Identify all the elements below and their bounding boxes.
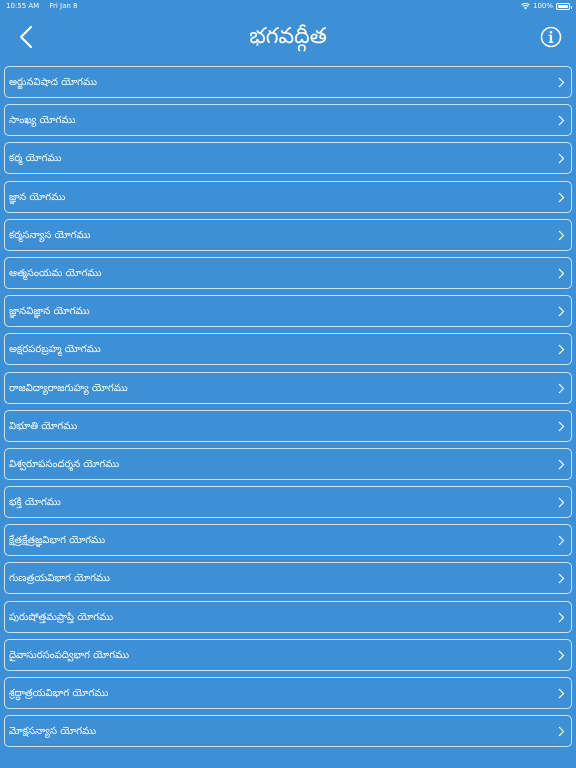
- status-time: 10:55 AM: [6, 2, 40, 10]
- chevron-right-icon: [558, 612, 565, 623]
- chapter-row[interactable]: జ్ఞానవిజ్ఞాన యోగము: [4, 295, 572, 328]
- chevron-right-icon: [558, 459, 565, 470]
- status-date: Fri Jan 8: [49, 2, 78, 10]
- chapter-row[interactable]: విభూతి యోగము: [4, 409, 572, 442]
- chapter-label: రాజవిద్యారాజగుహ్య యోగము: [9, 382, 128, 394]
- chapter-row[interactable]: పురుషోత్తమప్రాప్తి యోగము: [4, 600, 572, 633]
- chevron-right-icon: [558, 306, 565, 317]
- chapter-label: క్షేత్రక్షేత్రజ్ఞవిభాగ యోగము: [9, 535, 106, 547]
- chapter-row[interactable]: అక్షరపరబ్రహ్మ యోగము: [4, 333, 572, 366]
- chapter-label: సాంఖ్య యోగము: [9, 115, 76, 127]
- chevron-right-icon: [558, 153, 565, 164]
- chapter-label: అర్జునవిషాద యోగము: [9, 77, 98, 88]
- battery-icon: [556, 2, 572, 10]
- chevron-right-icon: [558, 650, 565, 661]
- chapter-row[interactable]: ఆత్మసంయమ యోగము: [4, 256, 572, 289]
- chapter-row[interactable]: కర్మ యోగము: [4, 142, 572, 175]
- chapter-row[interactable]: మోక్షసన్యాస యోగము: [4, 715, 572, 748]
- chapter-label: మోక్షసన్యాస యోగము: [9, 726, 97, 738]
- chevron-right-icon: [558, 726, 565, 737]
- chapter-row[interactable]: విశ్వరూపసందర్శన యోగము: [4, 447, 572, 480]
- chapter-list: అర్జునవిషాద యోగము సాంఖ్య యోగము కర్మ యోగము జ…: [4, 66, 572, 753]
- chevron-right-icon: [558, 421, 565, 432]
- chevron-right-icon: [558, 77, 565, 88]
- chapter-label: అక్షరపరబ్రహ్మ యోగము: [9, 344, 101, 356]
- status-bar: 10:55 AM Fri Jan 8 100%: [0, 0, 576, 12]
- chapter-row[interactable]: క్షేత్రక్షేత్రజ్ఞవిభాగ యోగము: [4, 524, 572, 557]
- chevron-right-icon: [558, 115, 565, 126]
- chapter-label: ఆత్మసంయమ యోగము: [9, 267, 102, 279]
- chapter-row[interactable]: కర్మసన్యాస యోగము: [4, 218, 572, 251]
- chevron-right-icon: [558, 230, 565, 241]
- chapter-label: విభూతి యోగము: [9, 420, 78, 432]
- chapter-label: పురుషోత్తమప్రాప్తి యోగము: [9, 611, 114, 623]
- info-icon[interactable]: [540, 26, 562, 48]
- chapter-label: జ్ఞానవిజ్ఞాన యోగము: [9, 306, 90, 318]
- chapter-row[interactable]: జ్ఞాన యోగము: [4, 180, 572, 213]
- chevron-right-icon: [558, 574, 565, 584]
- battery-fill: [558, 4, 568, 8]
- chapter-row[interactable]: గుణత్రయవిభాగ యోగము: [4, 562, 572, 595]
- page-title: భగవద్గీత: [249, 24, 327, 49]
- chevron-right-icon: [558, 497, 565, 508]
- chapter-label: కర్మ యోగము: [9, 153, 62, 165]
- chapter-label: కర్మసన్యాస యోగము: [9, 229, 91, 241]
- chevron-right-icon: [558, 268, 565, 279]
- chapter-label: శ్రద్ధాత్రయవిభాగ యోగము: [9, 688, 109, 699]
- chapter-row[interactable]: దైవాసురసంపద్విభాగ యోగము: [4, 638, 572, 671]
- chapter-row[interactable]: రాజవిద్యారాజగుహ్య యోగము: [4, 371, 572, 404]
- wifi-icon: [521, 2, 530, 9]
- chevron-right-icon: [558, 383, 565, 393]
- status-right: 100%: [521, 0, 572, 12]
- chapter-row[interactable]: శ్రద్ధాత్రయవిభాగ యోగము: [4, 677, 572, 709]
- chapter-row[interactable]: భక్తి యోగము: [4, 486, 572, 519]
- chapter-label: విశ్వరూపసందర్శన యోగము: [9, 458, 120, 470]
- chevron-right-icon: [558, 192, 565, 202]
- chevron-right-icon: [558, 688, 565, 699]
- battery-percent: 100%: [532, 2, 553, 10]
- status-left: 10:55 AM Fri Jan 8: [6, 0, 86, 12]
- chevron-right-icon: [558, 535, 565, 546]
- chapter-label: జ్ఞాన యోగము: [9, 191, 66, 203]
- chapter-label: భక్తి యోగము: [9, 497, 61, 509]
- chapter-label: దైవాసురసంపద్విభాగ యోగము: [9, 649, 130, 661]
- nav-bar: భగవద్గీత: [0, 12, 576, 64]
- chapter-row[interactable]: సాంఖ్య యోగము: [4, 104, 572, 137]
- chapter-label: గుణత్రయవిభాగ యోగము: [9, 573, 110, 585]
- chevron-right-icon: [558, 344, 565, 355]
- chapter-row[interactable]: అర్జునవిషాద యోగము: [4, 66, 572, 98]
